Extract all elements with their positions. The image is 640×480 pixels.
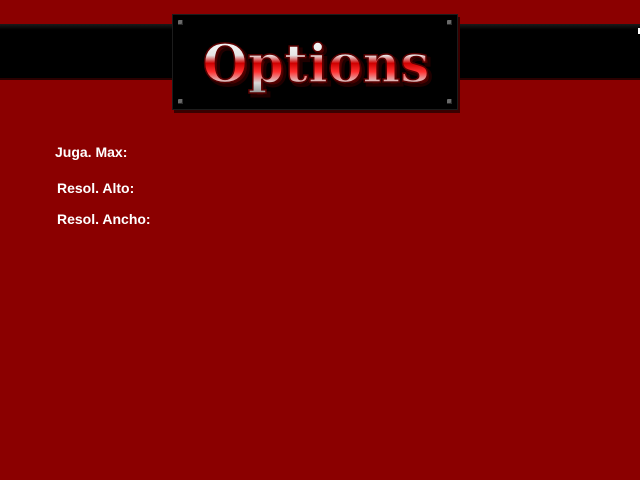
options-logo: Options Options	[202, 33, 434, 99]
logo-text: Options	[202, 34, 429, 95]
options-screen: Options Options Juga. Max: Resol. Alto: …	[0, 0, 640, 480]
title-plate: Options Options	[172, 14, 458, 110]
max-players-label: Juga. Max:	[55, 144, 128, 160]
resolution-width-label: Resol. Ancho:	[57, 211, 151, 227]
resolution-height-label: Resol. Alto:	[57, 180, 135, 196]
